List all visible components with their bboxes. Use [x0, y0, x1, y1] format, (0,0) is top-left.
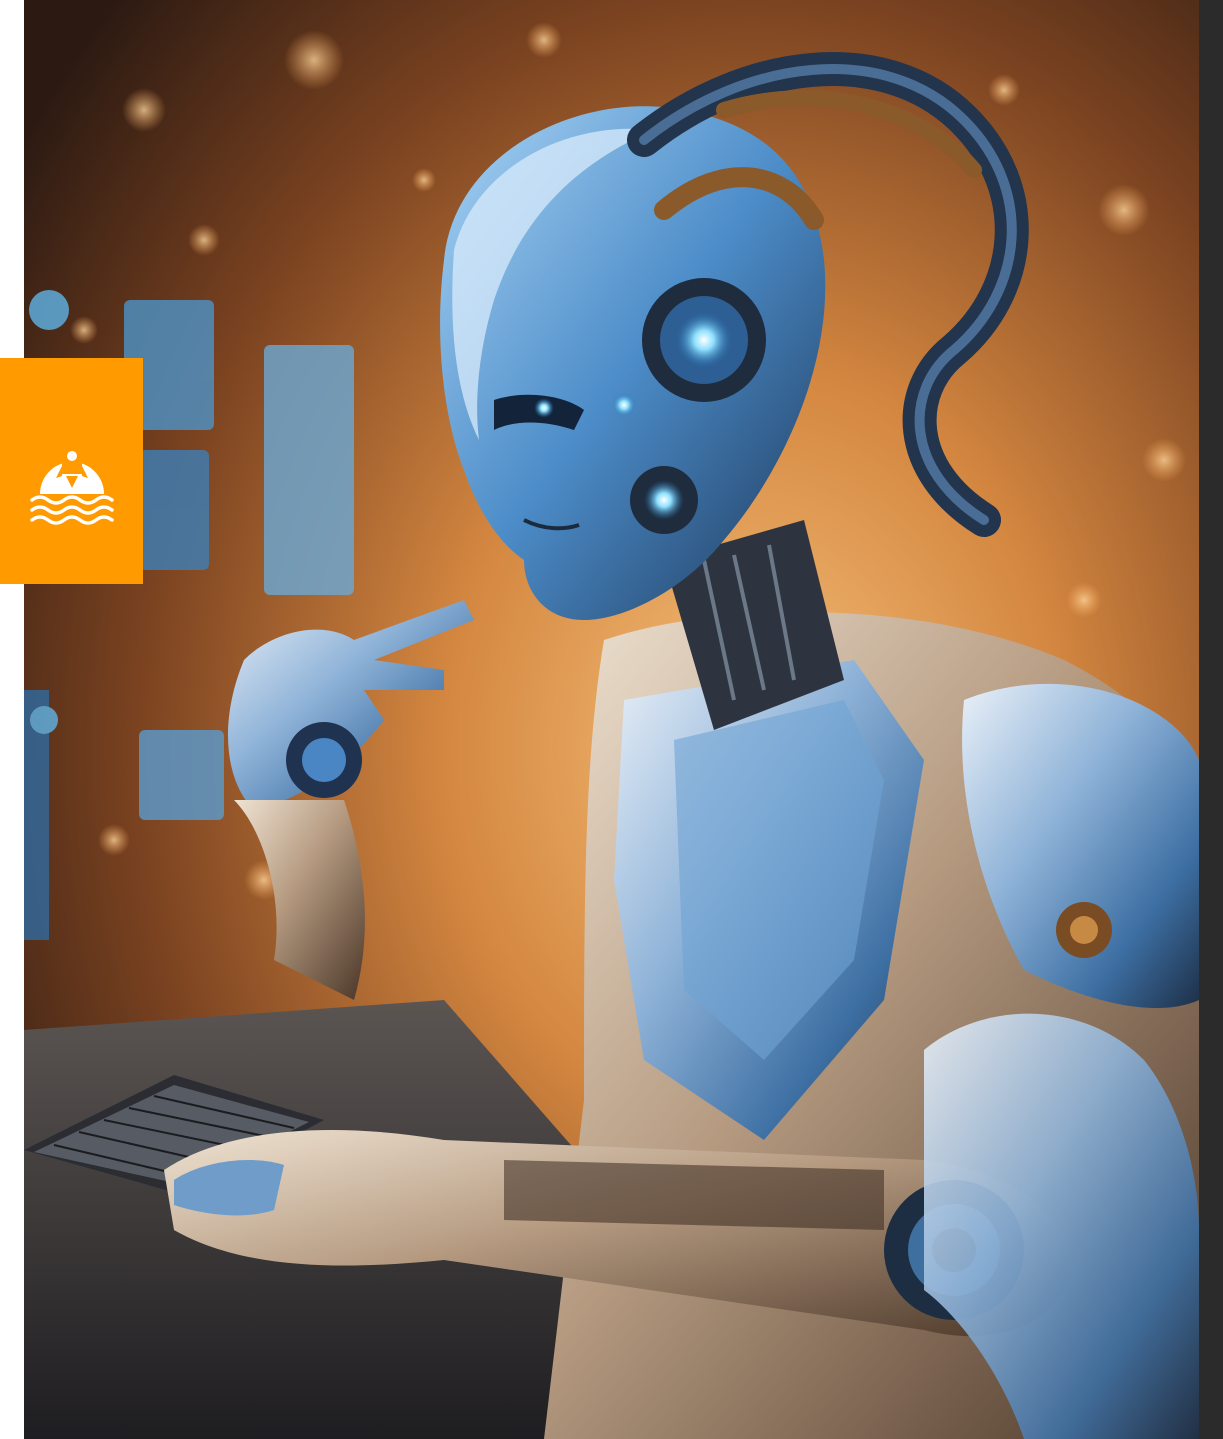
rocket-over-waves-icon	[29, 438, 114, 525]
logo-badge	[0, 358, 143, 584]
left-margin	[0, 0, 24, 1439]
screenshot-stage	[0, 0, 1223, 1439]
right-margin	[1199, 0, 1223, 1439]
robot-illustration	[24, 0, 1199, 1439]
hero-photo	[24, 0, 1199, 1439]
